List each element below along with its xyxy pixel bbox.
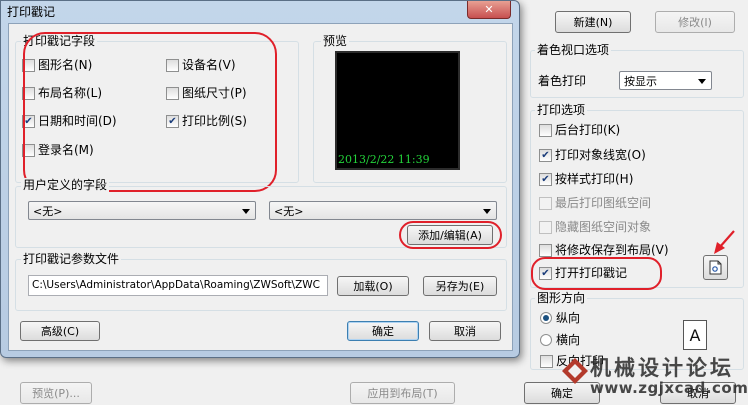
checkmark-icon: ✔	[541, 149, 550, 161]
fields-highlight	[23, 32, 277, 192]
watermark-logo-icon	[562, 358, 588, 384]
plot-stamp-highlight	[531, 257, 662, 290]
shade-plot-label: 着色打印	[538, 74, 587, 88]
user-field-2-value: <无>	[274, 204, 304, 218]
orientation-title: 图形方向	[535, 291, 588, 305]
plot-options-title: 打印选项	[535, 103, 588, 117]
parent-preview-button[interactable]: 预览(P)...	[20, 382, 92, 404]
param-file-path-text: C:\Users\Administrator\AppData\Roaming\Z…	[32, 279, 321, 291]
dialog-title: 打印戳记	[7, 5, 56, 19]
option-background-plot-checkbox[interactable]	[539, 124, 552, 137]
dialog-client-area: 打印戳记字段 图形名(N) 设备名(V) 布局名称(L) 图纸尺寸(P) ✔ 日…	[8, 23, 513, 351]
param-file-title: 打印戳记参数文件	[21, 252, 122, 266]
save-as-button[interactable]: 另存为(E)	[423, 276, 497, 296]
new-button[interactable]: 新建(N)	[555, 11, 631, 33]
add-edit-highlight	[399, 221, 502, 249]
load-button[interactable]: 加载(O)	[337, 276, 409, 296]
dialog-ok-button[interactable]: 确定	[347, 321, 419, 341]
landscape-radio[interactable]	[540, 334, 552, 346]
option-plot-lineweights-checkbox[interactable]: ✔	[539, 149, 552, 162]
portrait-radio[interactable]	[540, 312, 552, 324]
option-paperspace-last-label: 最后打印图纸空间	[555, 196, 652, 210]
watermark-text-cn: 机械设计论坛	[590, 355, 734, 380]
chevron-down-icon	[242, 208, 250, 214]
chevron-down-icon	[698, 78, 706, 84]
user-field-1-select[interactable]: <无>	[28, 201, 256, 220]
watermark-url: www.zgjxcad.com	[590, 379, 748, 397]
plot-stamp-settings-button[interactable]	[703, 255, 728, 280]
red-arrow-icon	[714, 230, 735, 254]
orientation-letter: A	[689, 325, 701, 345]
close-icon: ✕	[484, 3, 494, 16]
landscape-label: 横向	[556, 333, 581, 347]
user-fields-title: 用户定义的字段	[21, 178, 110, 192]
user-field-2-select[interactable]: <无>	[269, 201, 497, 220]
plot-stamp-dialog: 打印戳记 ✕ 打印戳记字段 图形名(N) 设备名(V) 布局名称(L) 图纸尺寸…	[0, 0, 520, 358]
preview-stamp-text: 2013/2/22 11:39	[338, 153, 430, 166]
option-plot-lineweights-label: 打印对象线宽(O)	[555, 148, 646, 162]
dialog-close-button[interactable]: ✕	[467, 1, 511, 19]
dialog-cancel-button[interactable]: 取消	[429, 321, 501, 341]
option-hide-paperspace-checkbox[interactable]	[539, 221, 552, 234]
user-field-1-value: <无>	[33, 204, 63, 218]
param-file-path-input[interactable]: C:\Users\Administrator\AppData\Roaming\Z…	[28, 275, 328, 296]
orientation-page-icon: A	[683, 320, 707, 350]
chevron-down-icon	[483, 208, 491, 214]
shaded-viewport-title: 着色视口选项	[535, 43, 612, 57]
portrait-label: 纵向	[556, 311, 581, 325]
upside-down-checkbox[interactable]	[540, 355, 553, 368]
option-save-to-layout-checkbox[interactable]	[539, 244, 552, 257]
site-watermark: 机械设计论坛 www.zgjxcad.com	[560, 348, 748, 405]
option-plot-styles-label: 按样式打印(H)	[555, 172, 634, 186]
modify-button[interactable]: 修改(I)	[655, 11, 735, 33]
option-hide-paperspace-label: 隐藏图纸空间对象	[555, 220, 652, 234]
option-plot-styles-checkbox[interactable]: ✔	[539, 173, 552, 186]
advanced-button[interactable]: 高级(C)	[20, 321, 100, 341]
preview-title: 预览	[321, 34, 350, 48]
preview-screen: 2013/2/22 11:39	[335, 51, 460, 170]
shade-plot-select[interactable]: 按显示	[619, 71, 712, 90]
option-paperspace-last-checkbox[interactable]	[539, 197, 552, 210]
option-save-to-layout-label: 将修改保存到布局(V)	[555, 243, 669, 257]
option-background-plot-label: 后台打印(K)	[555, 123, 621, 137]
stamp-settings-icon	[709, 260, 722, 275]
checkmark-icon: ✔	[541, 173, 550, 185]
shade-plot-value: 按显示	[624, 74, 657, 88]
apply-to-layout-button[interactable]: 应用到布局(T)	[350, 382, 455, 404]
